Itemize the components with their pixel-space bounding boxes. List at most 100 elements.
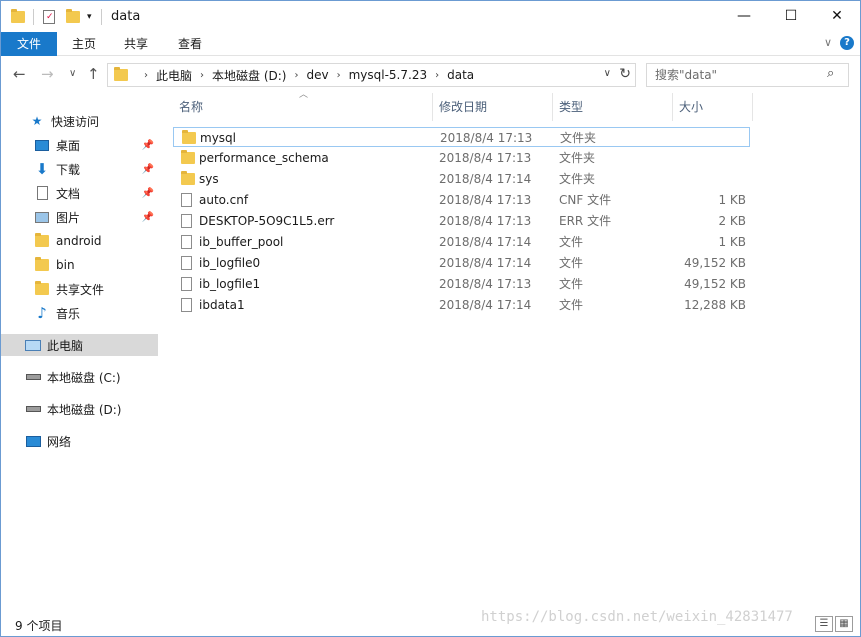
column-header-name[interactable]: 名称	[173, 93, 433, 121]
sidebar-item-quick-access[interactable]: ★ 快速访问	[1, 110, 158, 132]
up-button[interactable]: ↑	[87, 65, 100, 83]
file-row[interactable]: DESKTOP-5O9C1L5.err 2018/8/4 17:13 ERR 文…	[173, 211, 750, 231]
file-row[interactable]: ibdata1 2018/8/4 17:14 文件 12,288 KB	[173, 295, 750, 315]
search-icon[interactable]: ⌕	[827, 66, 834, 81]
folder-icon	[182, 130, 196, 147]
file-type: ERR 文件	[559, 214, 612, 228]
minimize-button[interactable]: —	[721, 1, 767, 31]
file-icon	[181, 193, 192, 210]
file-size: 49,152 KB	[684, 277, 746, 291]
sidebar-item-label: 网络	[47, 434, 72, 449]
folder-icon	[181, 150, 195, 167]
file-type: 文件夹	[560, 131, 597, 145]
breadcrumb-chevron-icon[interactable]: ›	[144, 70, 148, 81]
pin-icon[interactable]: 📌	[142, 212, 154, 223]
item-count: 9 个项目	[15, 619, 63, 633]
pin-icon[interactable]: 📌	[142, 164, 154, 175]
sidebar-item-label: 本地磁盘 (D:)	[47, 402, 122, 417]
customize-toolbar-icon[interactable]: ▾	[87, 8, 92, 26]
sidebar-item-label: bin	[56, 258, 75, 272]
breadcrumb-dev[interactable]: dev	[306, 68, 328, 82]
file-row[interactable]: ib_buffer_pool 2018/8/4 17:14 文件 1 KB	[173, 232, 750, 252]
watermark-text: https://blog.csdn.net/weixin_42831477	[481, 609, 793, 625]
breadcrumb-drive-d[interactable]: 本地磁盘 (D:)	[212, 67, 286, 84]
forward-button[interactable]: →	[41, 65, 54, 83]
back-button[interactable]: ←	[13, 65, 26, 83]
drive-c-icon	[25, 370, 41, 384]
sidebar-item-pictures[interactable]: 图片 📌	[1, 206, 158, 228]
breadcrumb-mysql[interactable]: mysql-5.7.23	[349, 68, 428, 82]
new-folder-icon[interactable]	[66, 8, 80, 26]
sidebar-item-label: 图片	[56, 210, 81, 225]
file-icon	[181, 214, 192, 231]
tab-file[interactable]: 文件	[1, 32, 57, 56]
file-date: 2018/8/4 17:13	[439, 151, 532, 165]
file-row[interactable]: sys 2018/8/4 17:14 文件夹	[173, 169, 750, 189]
file-type: 文件	[559, 235, 584, 249]
file-type: 文件	[559, 298, 584, 312]
breadcrumb-chevron-icon[interactable]: ›	[294, 70, 298, 81]
breadcrumb-data[interactable]: data	[447, 68, 474, 82]
tab-view[interactable]: 查看	[169, 32, 211, 56]
column-header-type[interactable]: 类型	[553, 93, 673, 121]
sidebar-item-label: android	[56, 234, 102, 248]
file-row[interactable]: mysql 2018/8/4 17:13 文件夹	[173, 127, 750, 147]
document-icon	[34, 186, 50, 200]
properties-icon[interactable]: ✓	[43, 8, 55, 26]
help-icon[interactable]: ?	[840, 36, 854, 50]
file-row[interactable]: auto.cnf 2018/8/4 17:13 CNF 文件 1 KB	[173, 190, 750, 210]
pin-icon[interactable]: 📌	[142, 140, 154, 151]
search-input[interactable]: 搜索"data"	[646, 63, 849, 87]
star-icon: ★	[31, 114, 43, 128]
file-date: 2018/8/4 17:13	[439, 277, 532, 291]
pictures-icon	[34, 210, 50, 224]
file-icon	[181, 235, 192, 252]
address-bar[interactable]: › 此电脑 › 本地磁盘 (D:) › dev › mysql-5.7.23 ›…	[107, 63, 636, 87]
breadcrumb-chevron-icon[interactable]: ›	[337, 70, 341, 81]
tab-home[interactable]: 主页	[63, 32, 105, 56]
sidebar-item-drive-d[interactable]: 本地磁盘 (D:)	[1, 398, 158, 420]
sidebar-item-android[interactable]: android	[1, 230, 158, 252]
expand-ribbon-icon[interactable]: ∨	[824, 36, 832, 49]
details-view-icon[interactable]: ☰	[815, 616, 833, 632]
file-size: 12,288 KB	[684, 298, 746, 312]
file-name: ibdata1	[199, 298, 245, 312]
file-type: 文件	[559, 256, 584, 270]
file-icon	[181, 277, 192, 294]
close-button[interactable]: ✕	[814, 1, 860, 31]
column-header-size[interactable]: 大小	[673, 93, 753, 121]
sidebar-item-label: 下载	[56, 162, 81, 177]
file-name: sys	[199, 172, 219, 186]
title-bar: ✓ ▾ data — ☐ ✕	[1, 1, 860, 32]
refresh-icon[interactable]: ↻	[619, 66, 631, 82]
address-dropdown-icon[interactable]: ∨	[604, 68, 611, 79]
sidebar-item-music[interactable]: ♪ 音乐	[1, 302, 158, 324]
breadcrumb-this-pc[interactable]: 此电脑	[156, 67, 192, 84]
breadcrumb-chevron-icon[interactable]: ›	[200, 70, 204, 81]
sidebar-item-label: 本地磁盘 (C:)	[47, 370, 121, 385]
folder-icon	[34, 257, 50, 272]
file-row[interactable]: ib_logfile0 2018/8/4 17:14 文件 49,152 KB	[173, 253, 750, 273]
sidebar-item-label: 文档	[56, 186, 81, 201]
column-header-date[interactable]: 修改日期	[433, 93, 553, 121]
file-row[interactable]: performance_schema 2018/8/4 17:13 文件夹	[173, 148, 750, 168]
file-size: 2 KB	[718, 214, 746, 228]
pin-icon[interactable]: 📌	[142, 188, 154, 199]
sidebar-item-desktop[interactable]: 桌面 📌	[1, 134, 158, 156]
sidebar-item-downloads[interactable]: ⬇ 下载 📌	[1, 158, 158, 180]
maximize-button[interactable]: ☐	[768, 1, 814, 31]
recent-locations-button[interactable]: ∨	[69, 68, 76, 79]
tab-share[interactable]: 共享	[115, 32, 157, 56]
sidebar-item-documents[interactable]: 文档 📌	[1, 182, 158, 204]
sidebar-item-network[interactable]: 网络	[1, 430, 158, 452]
file-row[interactable]: ib_logfile1 2018/8/4 17:13 文件 49,152 KB	[173, 274, 750, 294]
folder-icon	[114, 67, 128, 81]
sidebar-item-bin[interactable]: bin	[1, 254, 158, 276]
sidebar-item-shared-files[interactable]: 共享文件	[1, 278, 158, 300]
sidebar-item-this-pc[interactable]: 此电脑	[1, 334, 158, 356]
file-date: 2018/8/4 17:13	[439, 193, 532, 207]
sidebar-item-drive-c[interactable]: 本地磁盘 (C:)	[1, 366, 158, 388]
large-icons-view-icon[interactable]: ▦	[835, 616, 853, 632]
breadcrumb-chevron-icon[interactable]: ›	[435, 70, 439, 81]
sidebar-item-label: 共享文件	[56, 282, 105, 297]
